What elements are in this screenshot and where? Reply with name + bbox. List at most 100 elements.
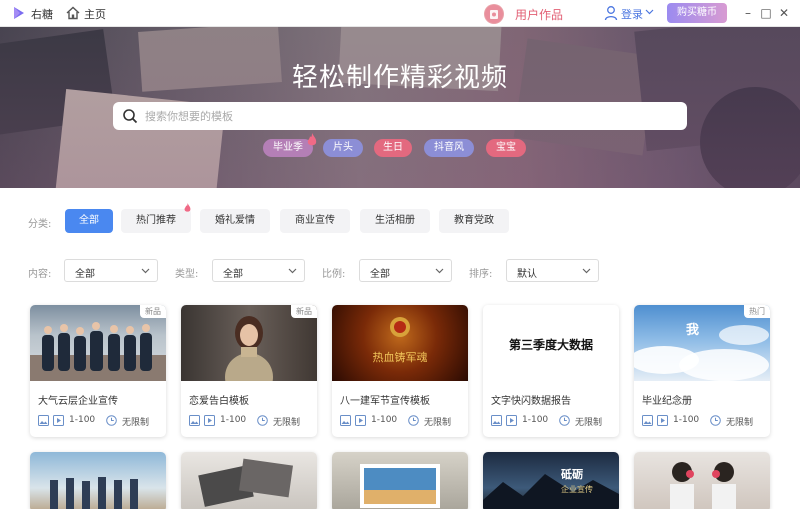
template-card[interactable]: 我 热门 毕业纪念册 1-100 无限制 (634, 305, 770, 437)
close-button[interactable]: ✕ (777, 6, 791, 20)
type-select-value: 全部 (223, 269, 243, 280)
maximize-button[interactable]: □ (759, 6, 773, 20)
tag-intro[interactable]: 片头 (323, 139, 363, 157)
clock-icon (710, 415, 721, 426)
media-count: 1-100 (371, 415, 398, 425)
minimize-button[interactable]: – (741, 6, 755, 20)
video-icon (506, 415, 517, 426)
tag-birthday[interactable]: 生日 (374, 139, 412, 157)
template-card[interactable]: 砥砺 企业宣传 (483, 452, 619, 509)
content-select-value: 全部 (75, 269, 95, 280)
category-all[interactable]: 全部 (65, 209, 113, 233)
category-business[interactable]: 商业宣传 (280, 209, 350, 233)
template-card[interactable]: 第三季度大数据 文字快闪数据报告 1-100 无限制 (483, 305, 619, 437)
video-icon (53, 415, 64, 426)
buy-coins-button[interactable]: 购买糖币 (667, 3, 727, 23)
title-bar: 右糖 主页 用户作品 登录 购买糖币 – □ ✕ (0, 0, 800, 27)
login-link[interactable]: 登录 (621, 6, 643, 22)
type-label: 类型: (175, 269, 199, 280)
hero-banner: 轻松制作精彩视频 毕业季 片头 生日 抖音风 宝宝 (0, 27, 800, 188)
media-count: 1-100 (220, 415, 247, 425)
hero-title: 轻松制作精彩视频 (291, 63, 508, 93)
clock-icon (257, 415, 268, 426)
thumbnail-caption: 我 (686, 323, 700, 338)
template-meta: 1-100 无限制 (189, 414, 314, 428)
image-icon (38, 415, 49, 426)
duration-text: 无限制 (273, 418, 301, 428)
template-card[interactable] (634, 452, 770, 509)
image-icon (642, 415, 653, 426)
chevron-down-icon (582, 268, 591, 274)
template-title: 大气云层企业宣传 (38, 396, 118, 407)
landscape-photo-image (360, 464, 440, 508)
hot-badge: 热门 (744, 305, 770, 318)
image-icon (491, 415, 502, 426)
sort-select[interactable]: 默认 (506, 259, 599, 282)
template-title: 八一建军节宣传模板 (340, 396, 430, 407)
user-icon[interactable] (604, 5, 618, 21)
category-wedding[interactable]: 婚礼爱情 (200, 209, 270, 233)
media-count: 1-100 (522, 415, 549, 425)
content-label: 内容: (28, 269, 52, 280)
hot-flame-icon (184, 203, 191, 212)
photo-cards-image (198, 458, 293, 507)
clock-icon (408, 415, 419, 426)
type-select[interactable]: 全部 (212, 259, 305, 282)
clock-icon (106, 415, 117, 426)
duration-text: 无限制 (122, 418, 150, 428)
sort-label: 排序: (469, 269, 493, 280)
template-thumbnail[interactable]: 热血铸军魂 (332, 305, 468, 381)
thumbnail-caption: 热血铸军魂 (372, 351, 428, 364)
tag-douyin[interactable]: 抖音风 (424, 139, 474, 157)
template-meta: 1-100 无限制 (642, 414, 767, 428)
template-thumbnail[interactable]: 新品 (30, 305, 166, 381)
tag-baby[interactable]: 宝宝 (486, 139, 526, 157)
category-label: 分类: (28, 219, 52, 230)
home-link[interactable]: 主页 (84, 6, 106, 22)
hot-tags: 毕业季 片头 生日 抖音风 宝宝 (0, 139, 800, 159)
image-icon (340, 415, 351, 426)
category-education[interactable]: 教育党政 (439, 209, 509, 233)
template-thumbnail[interactable]: 新品 (181, 305, 317, 381)
ratio-select[interactable]: 全部 (359, 259, 452, 282)
template-meta: 1-100 无限制 (491, 414, 616, 428)
category-album[interactable]: 生活相册 (360, 209, 430, 233)
video-icon (355, 415, 366, 426)
new-badge: 新品 (291, 305, 317, 318)
search-input[interactable] (145, 106, 665, 126)
tag-graduation[interactable]: 毕业季 (263, 139, 313, 157)
chevron-down-icon (141, 268, 150, 274)
template-card[interactable] (30, 452, 166, 509)
template-card[interactable] (332, 452, 468, 509)
search-icon[interactable] (122, 108, 138, 124)
search-box[interactable] (113, 102, 687, 130)
template-card[interactable] (181, 452, 317, 509)
army-emblem-image (390, 317, 410, 337)
ratio-select-value: 全部 (370, 269, 390, 280)
template-title: 毕业纪念册 (642, 396, 692, 407)
template-thumbnail[interactable]: 第三季度大数据 (483, 305, 619, 381)
city-night-image (483, 474, 619, 509)
duration-text: 无限制 (726, 418, 754, 428)
ratio-label: 比例: (322, 269, 346, 280)
content-select[interactable]: 全部 (64, 259, 158, 282)
home-icon[interactable] (65, 5, 81, 21)
thumbnail-caption: 第三季度大数据 (508, 338, 593, 352)
user-works-link[interactable]: 用户作品 (515, 6, 563, 23)
user-works-icon[interactable] (484, 4, 504, 24)
chevron-down-icon (288, 268, 297, 274)
template-title: 恋爱告白模板 (189, 396, 249, 407)
template-meta: 1-100 无限制 (340, 414, 465, 428)
app-logo-icon (14, 7, 24, 19)
clock-icon (559, 415, 570, 426)
template-card[interactable]: 热血铸军魂 八一建军节宣传模板 1-100 无限制 (332, 305, 468, 437)
media-count: 1-100 (69, 415, 96, 425)
template-card[interactable]: 新品 大气云层企业宣传 1-100 无限制 (30, 305, 166, 437)
template-thumbnail[interactable]: 我 热门 (634, 305, 770, 381)
category-hot[interactable]: 热门推荐 (121, 209, 191, 233)
template-card[interactable]: 新品 恋爱告白模板 1-100 无限制 (181, 305, 317, 437)
thumbnail-caption: 砥砺 (561, 468, 583, 481)
template-meta: 1-100 无限制 (38, 414, 163, 428)
chevron-down-icon[interactable] (645, 9, 654, 15)
thumbnail-caption: 企业宣传 (561, 485, 593, 494)
